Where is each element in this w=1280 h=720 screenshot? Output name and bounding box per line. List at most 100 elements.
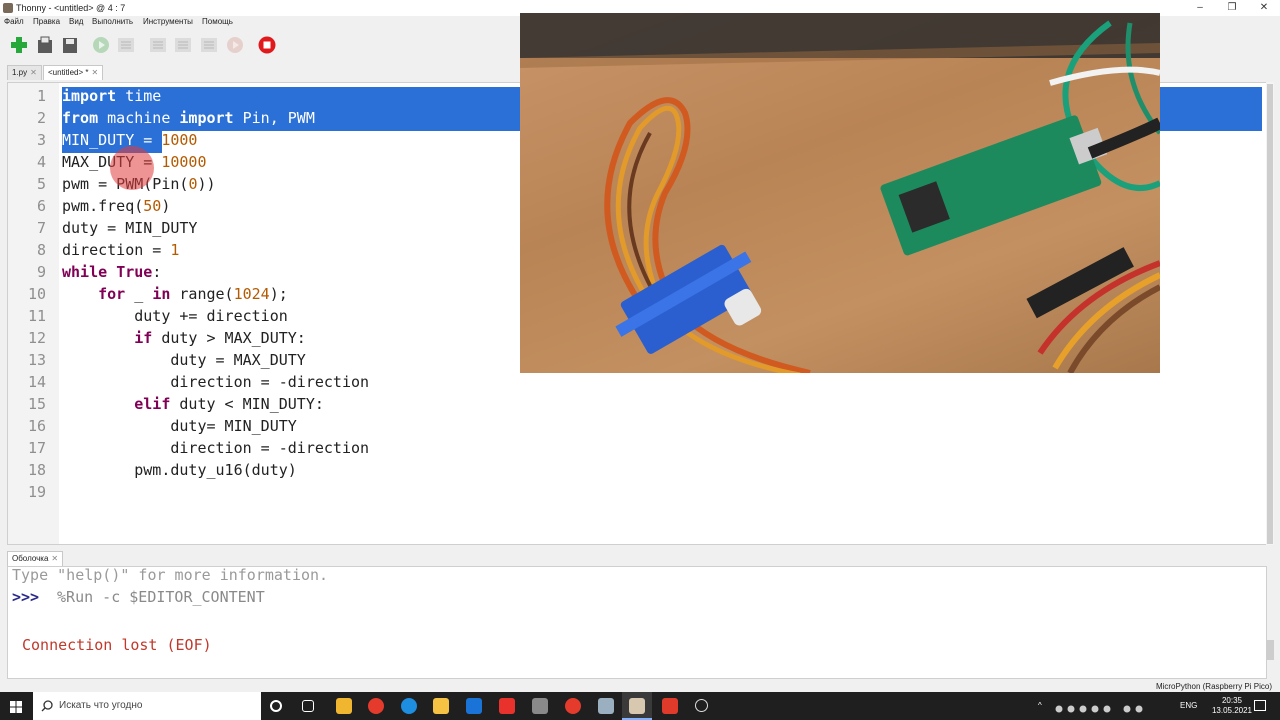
code-line: direction = -direction	[62, 373, 370, 391]
new-file-icon[interactable]	[10, 36, 28, 54]
language-indicator[interactable]: ENG	[1180, 701, 1197, 710]
tray-icons	[1054, 701, 1114, 713]
line-number: 5	[36, 175, 46, 193]
code-line: duty = MIN_DUTY	[62, 219, 198, 237]
line-number: 2	[36, 109, 46, 127]
app-icon[interactable]	[532, 698, 548, 714]
minimize-button[interactable]: –	[1184, 0, 1216, 16]
tray-chevron-icon[interactable]: ^	[1038, 701, 1042, 710]
line-number: 6	[36, 197, 46, 215]
menu-view[interactable]: Вид	[69, 17, 83, 26]
menu-run[interactable]: Выполнить	[92, 17, 133, 26]
code-line: direction = -direction	[62, 439, 370, 457]
tab-label: <untitled> *	[48, 68, 89, 77]
code-line: pwm.freq(50)	[62, 197, 171, 215]
line-number: 17	[27, 439, 46, 457]
status-bar: MicroPython (Raspberry Pi Pico)	[0, 681, 1280, 692]
windows-taskbar: Искать что угодно ^ ENG 20:35 13.05.2021	[0, 692, 1280, 720]
camera-app-icon[interactable]	[695, 699, 708, 712]
thonny-taskbar-button[interactable]	[622, 692, 652, 720]
edge-icon[interactable]	[401, 698, 417, 714]
shell-error: Connection lost (EOF)	[22, 636, 212, 654]
tab-label: Оболочка	[12, 554, 49, 563]
clock-date: 13.05.2021	[1211, 706, 1252, 715]
line-number: 1	[36, 87, 46, 105]
code-line: elif duty < MIN_DUTY:	[134, 395, 324, 413]
clock-time: 20:35	[1221, 696, 1242, 705]
tab-label: 1.py	[12, 68, 28, 77]
store-icon[interactable]	[336, 698, 352, 714]
code-line: duty= MIN_DUTY	[62, 417, 297, 435]
shell-command: %Run -c $EDITOR_CONTENT	[48, 588, 265, 606]
thonny-icon	[629, 698, 645, 714]
code-line: for _ in range(1024);	[98, 285, 288, 303]
tab-1-py[interactable]: 1.py ✕	[7, 65, 42, 80]
opera-icon[interactable]	[499, 698, 515, 714]
line-number: 14	[27, 373, 46, 391]
code-line: pwm.duty_u16(duty)	[62, 461, 297, 479]
file-explorer-icon[interactable]	[433, 698, 449, 714]
shell-scrollbar[interactable]	[1266, 640, 1274, 660]
shell-prompt: >>>	[12, 588, 40, 606]
mail-icon[interactable]	[466, 698, 482, 714]
scrollbar-thumb[interactable]	[1267, 84, 1273, 544]
taskbar-clock[interactable]: 20:35 13.05.2021	[1212, 696, 1252, 716]
code-line: from machine import Pin, PWM	[62, 109, 315, 127]
taskbar-search[interactable]: Искать что угодно	[33, 692, 261, 720]
line-number: 12	[27, 329, 46, 347]
editor-scrollbar[interactable]	[1266, 82, 1274, 545]
code-line: while True:	[62, 263, 162, 281]
code-line: duty += direction	[62, 307, 288, 325]
menu-file[interactable]: Файл	[4, 17, 24, 26]
search-icon	[41, 700, 53, 712]
search-placeholder: Искать что угодно	[59, 700, 143, 711]
code-line: duty = MAX_DUTY	[62, 351, 306, 369]
thonny-app-icon	[3, 3, 13, 13]
save-file-icon[interactable]	[61, 36, 79, 54]
stop-icon[interactable]	[258, 36, 276, 54]
interpreter-label[interactable]: MicroPython (Raspberry Pi Pico)	[1156, 682, 1272, 691]
line-number: 16	[27, 417, 46, 435]
notifications-icon[interactable]	[1254, 700, 1266, 711]
tab-close-icon[interactable]: ✕	[91, 68, 98, 77]
tab-close-icon[interactable]: ✕	[51, 554, 58, 563]
tray-volume-network-icons[interactable]	[1122, 701, 1152, 713]
step-over-icon[interactable]	[149, 36, 167, 54]
line-number: 3	[36, 131, 46, 149]
run-icon[interactable]	[92, 36, 110, 54]
line-number: 13	[27, 351, 46, 369]
menu-help[interactable]: Помощь	[202, 17, 233, 26]
shell-console[interactable]: Type "help()" for more information. >>> …	[7, 566, 1267, 679]
close-button[interactable]: ✕	[1248, 0, 1280, 16]
menu-tools[interactable]: Инструменты	[143, 17, 193, 26]
network-app-icon[interactable]	[598, 698, 614, 714]
task-view-icon[interactable]	[302, 700, 314, 712]
step-into-icon[interactable]	[174, 36, 192, 54]
line-number: 9	[36, 263, 46, 281]
line-number: 18	[27, 461, 46, 479]
shell-tabs: Оболочка ✕	[0, 549, 1280, 566]
windows-start-icon[interactable]	[10, 700, 22, 713]
code-line: direction = 1	[62, 241, 180, 259]
tab-close-icon[interactable]: ✕	[30, 68, 37, 77]
debug-icon[interactable]	[117, 36, 135, 54]
cortana-icon[interactable]	[270, 700, 282, 712]
open-file-icon[interactable]	[36, 36, 54, 54]
line-number: 10	[27, 285, 46, 303]
line-number: 15	[27, 395, 46, 413]
tab-shell[interactable]: Оболочка ✕	[7, 551, 64, 566]
chrome-icon[interactable]	[368, 698, 384, 714]
maximize-button[interactable]: ❐	[1216, 0, 1248, 16]
tab-untitled[interactable]: <untitled> * ✕	[43, 65, 104, 80]
shell-info-text: Type "help()" for more information.	[12, 566, 329, 584]
step-out-icon[interactable]	[200, 36, 218, 54]
line-number: 19	[27, 483, 46, 501]
window-title: Thonny - <untitled> @ 4 : 7	[16, 3, 126, 13]
recorder-icon[interactable]	[662, 698, 678, 714]
line-number: 11	[27, 307, 46, 325]
mouse-cursor-highlight	[110, 146, 154, 190]
line-number: 7	[36, 219, 46, 237]
pdf-reader-icon[interactable]	[565, 698, 581, 714]
menu-edit[interactable]: Правка	[33, 17, 60, 26]
resume-icon[interactable]	[226, 36, 244, 54]
